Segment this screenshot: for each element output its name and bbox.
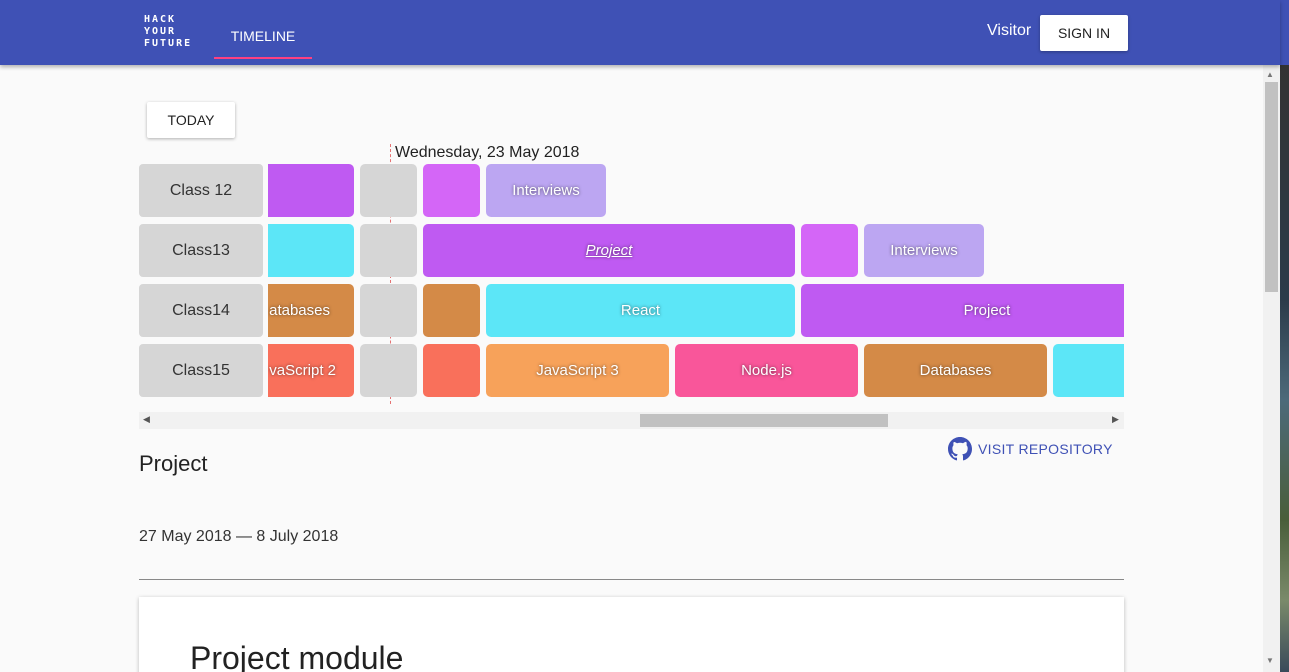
logo-line-2: YOUR <box>144 26 177 37</box>
timeline-cell[interactable]: Node.js <box>675 344 858 397</box>
app-bar: HACK YOUR FUTURE TIMELINE Visitor SIGN I… <box>0 0 1280 65</box>
horizontal-scroll-thumb[interactable] <box>640 414 888 427</box>
timeline-cell[interactable] <box>423 284 480 337</box>
timeline-cell[interactable] <box>360 224 417 277</box>
sign-in-button[interactable]: SIGN IN <box>1040 15 1128 51</box>
scroll-down-arrow-icon[interactable]: ▼ <box>1266 656 1274 665</box>
tab-indicator <box>214 57 312 59</box>
timeline-cell[interactable]: Interviews <box>864 224 984 277</box>
timeline-cell[interactable] <box>423 344 480 397</box>
logo[interactable]: HACK YOUR FUTURE <box>144 14 192 50</box>
timeline-cell[interactable]: Project <box>801 284 1124 337</box>
visitor-label: Visitor <box>987 22 1032 39</box>
timeline-cell[interactable] <box>360 164 417 217</box>
row-label-class-13[interactable]: Class13 <box>139 224 263 277</box>
timeline-cell[interactable] <box>268 164 354 217</box>
timeline-cell[interactable] <box>360 344 417 397</box>
timeline-cell[interactable] <box>801 224 858 277</box>
timeline-cell[interactable]: atabases <box>268 284 354 337</box>
logo-line-1: HACK <box>144 14 177 25</box>
timeline-cell[interactable]: React <box>486 284 795 337</box>
scroll-left-arrow-icon[interactable]: ◀ <box>143 414 150 425</box>
horizontal-scrollbar[interactable] <box>139 412 1124 429</box>
module-title: Project <box>139 451 208 476</box>
timeline-cell[interactable]: Databases <box>864 344 1047 397</box>
module-date-range: 27 May 2018 — 8 July 2018 <box>139 528 339 545</box>
timeline-grid: Interviews Project Interviews atabases R… <box>268 160 1124 405</box>
timeline-cell[interactable]: vaScript 2 <box>268 344 354 397</box>
timeline-cell[interactable]: Interviews <box>486 164 606 217</box>
github-icon <box>948 437 972 461</box>
module-card-title: Project module <box>190 640 404 672</box>
scroll-right-arrow-icon[interactable]: ▶ <box>1112 414 1119 425</box>
row-label-class-14[interactable]: Class14 <box>139 284 263 337</box>
visit-repository-label: VISIT REPOSITORY <box>978 441 1113 457</box>
scroll-up-arrow-icon[interactable]: ▲ <box>1266 70 1274 79</box>
background-window-strip <box>1280 0 1289 672</box>
logo-line-3: FUTURE <box>144 38 193 49</box>
timeline-cell[interactable]: JavaScript 3 <box>486 344 669 397</box>
timeline-cell[interactable] <box>1053 344 1124 397</box>
vertical-scroll-thumb[interactable] <box>1265 82 1278 292</box>
row-label-class-15[interactable]: Class15 <box>139 344 263 397</box>
timeline-cell[interactable] <box>360 284 417 337</box>
timeline-cell[interactable]: Project <box>423 224 795 277</box>
tab-timeline[interactable]: TIMELINE <box>214 14 312 59</box>
visit-repository-link[interactable]: VISIT REPOSITORY <box>948 436 1113 462</box>
timeline-cell[interactable] <box>268 224 354 277</box>
today-button[interactable]: TODAY <box>147 102 235 138</box>
row-label-class-12[interactable]: Class 12 <box>139 164 263 217</box>
timeline-cell[interactable] <box>423 164 480 217</box>
section-divider <box>139 579 1124 580</box>
